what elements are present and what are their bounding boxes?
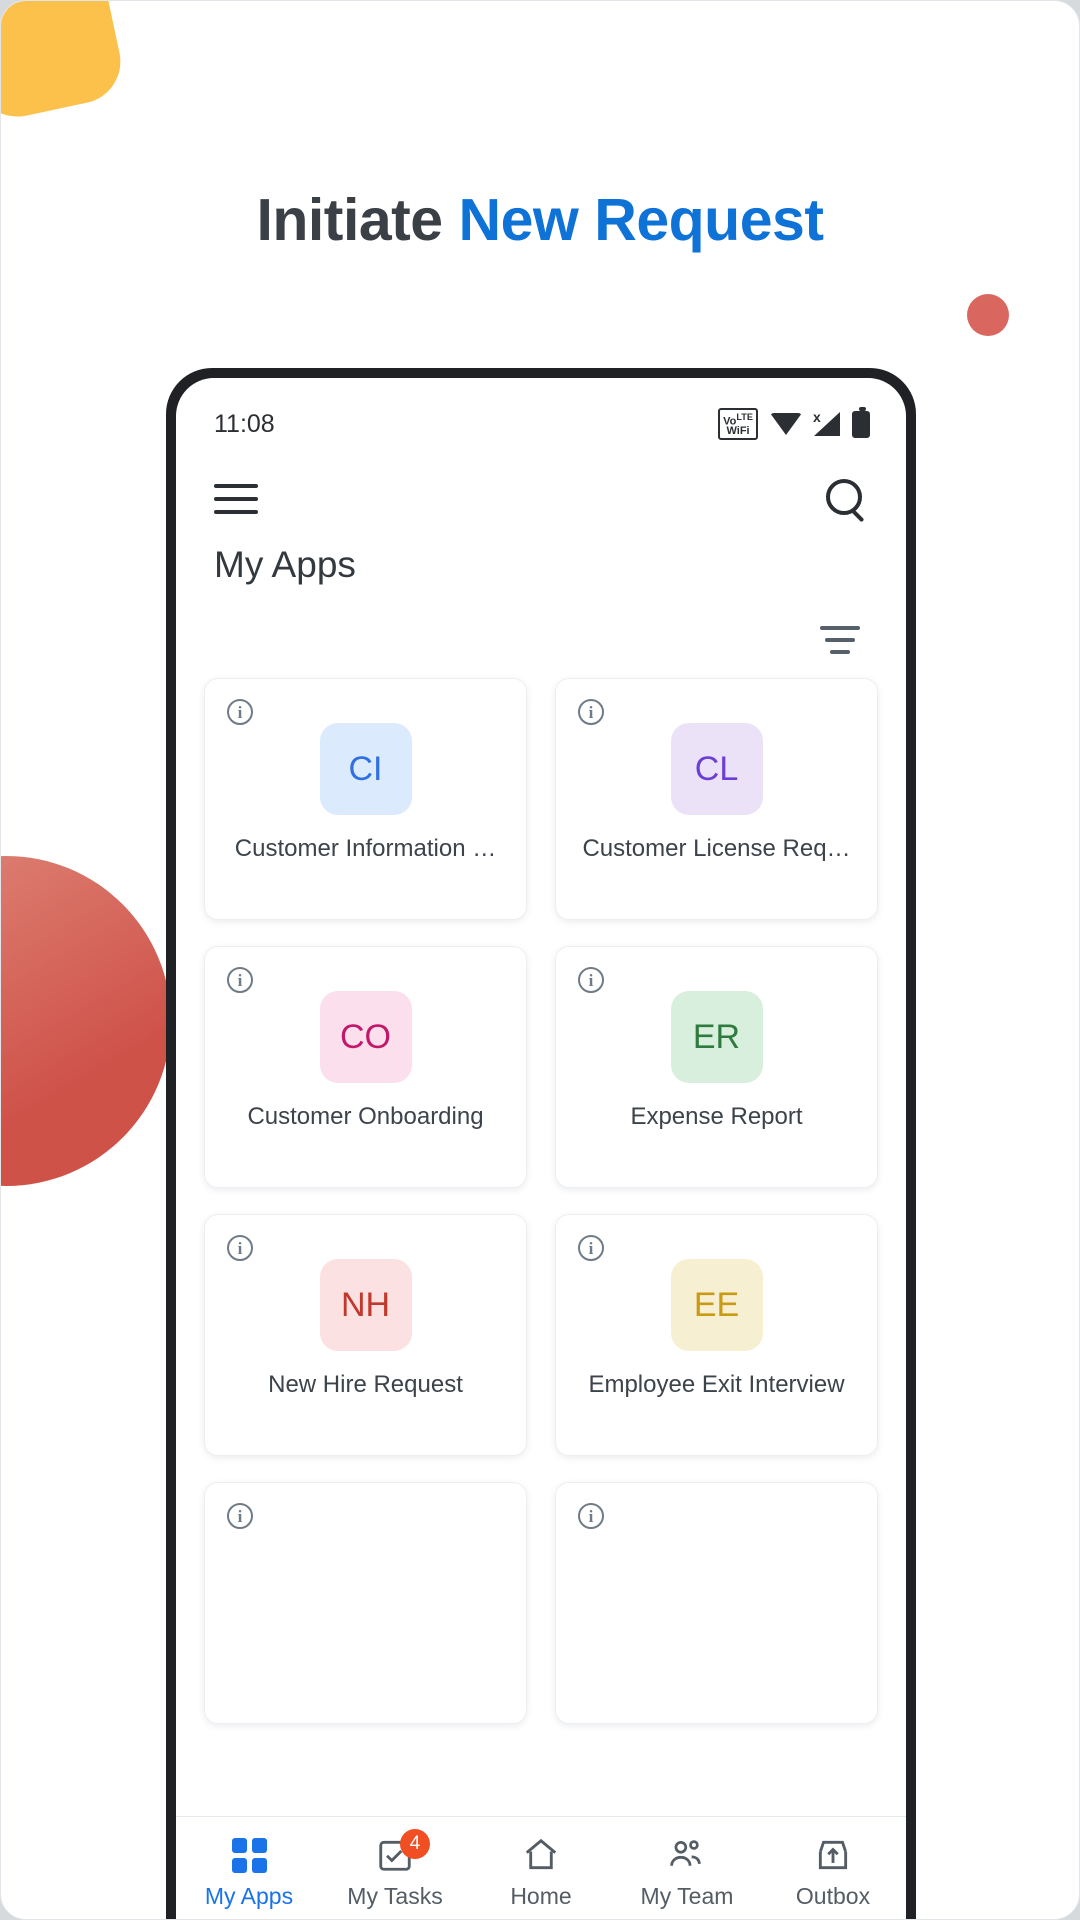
status-bar: 11:08 VoLTE WiFi x [176, 378, 906, 452]
wifi-icon [770, 413, 802, 435]
info-icon[interactable]: i [227, 967, 253, 993]
app-tile: CO [319, 991, 412, 1083]
app-grid: i CI Customer Information … i CL Custome… [176, 654, 906, 1724]
page-root: Initiate New Request 11:08 VoLTE WiFi x M… [0, 0, 1080, 1920]
tasks-badge: 4 [400, 1829, 430, 1859]
task-checkbox-icon: 4 [376, 1829, 430, 1875]
nav-label: My Tasks [347, 1883, 443, 1909]
search-icon[interactable] [826, 479, 866, 519]
app-card[interactable]: i ER Expense Report [555, 946, 878, 1188]
app-card[interactable]: i NH New Hire Request [204, 1214, 527, 1456]
app-card-label: Customer License Req… [582, 835, 851, 862]
app-card-label: Employee Exit Interview [588, 1371, 845, 1398]
phone-screen: 11:08 VoLTE WiFi x My Apps i CI Customer… [176, 378, 906, 1919]
app-card[interactable]: i EE Employee Exit Interview [555, 1214, 878, 1456]
volte-icon: VoLTE WiFi [718, 407, 758, 441]
app-card[interactable]: i CI Customer Information … [204, 678, 527, 920]
app-card[interactable]: i [555, 1482, 878, 1724]
app-card-label: Customer Onboarding [247, 1103, 484, 1130]
team-people-icon [667, 1835, 707, 1875]
app-tile: ER [670, 991, 763, 1083]
nav-item-outbox[interactable]: Outbox [760, 1835, 906, 1910]
app-card-label: New Hire Request [268, 1371, 463, 1398]
nav-label: My Apps [204, 1883, 294, 1909]
filter-sort-icon[interactable] [820, 626, 860, 654]
apps-grid-icon [231, 1835, 267, 1875]
outbox-upload-icon [814, 1835, 852, 1875]
page-title-plain: Initiate [256, 187, 459, 253]
nav-label: Home [510, 1883, 572, 1909]
info-icon[interactable]: i [578, 1235, 604, 1261]
info-icon[interactable]: i [578, 967, 604, 993]
app-card-label: Expense Report [630, 1103, 803, 1130]
status-clock: 11:08 [214, 409, 275, 438]
status-icon-group: VoLTE WiFi x [718, 406, 870, 441]
app-tile: CI [319, 723, 412, 815]
info-icon[interactable]: i [227, 1503, 253, 1529]
app-card[interactable]: i [204, 1482, 527, 1724]
bottom-navigation: My Apps 4 My Tasks Home My Team Outbox [176, 1816, 906, 1919]
page-title-accent: New Request [458, 187, 824, 253]
signal-icon: x [813, 409, 840, 436]
nav-label: My Team [640, 1883, 734, 1909]
app-bar [176, 452, 906, 530]
screen-title: My Apps [214, 544, 356, 585]
app-card[interactable]: i CL Customer License Req… [555, 678, 878, 920]
decorative-red-dot [967, 294, 1009, 336]
app-card[interactable]: i CO Customer Onboarding [204, 946, 527, 1188]
nav-item-my-team[interactable]: My Team [614, 1835, 760, 1910]
app-tile: CL [670, 723, 763, 815]
info-icon[interactable]: i [227, 699, 253, 725]
app-tile: EE [670, 1259, 763, 1351]
nav-item-my-apps[interactable]: My Apps [176, 1835, 322, 1910]
nav-item-my-tasks[interactable]: 4 My Tasks [322, 1829, 468, 1910]
battery-icon [852, 406, 870, 438]
app-tile: NH [319, 1259, 412, 1351]
decorative-yellow-shape [1, 1, 129, 125]
nav-item-home[interactable]: Home [468, 1835, 614, 1910]
page-title: Initiate New Request [1, 186, 1079, 254]
hamburger-menu-icon[interactable] [214, 484, 258, 514]
info-icon[interactable]: i [578, 1503, 604, 1529]
home-icon [522, 1835, 560, 1875]
info-icon[interactable]: i [227, 1235, 253, 1261]
nav-label: Outbox [795, 1883, 871, 1909]
phone-mockup: 11:08 VoLTE WiFi x My Apps i CI Customer… [166, 368, 916, 1919]
decorative-red-circle [1, 856, 171, 1186]
app-card-label: Customer Information … [234, 835, 497, 862]
filter-row [176, 586, 906, 654]
info-icon[interactable]: i [578, 699, 604, 725]
